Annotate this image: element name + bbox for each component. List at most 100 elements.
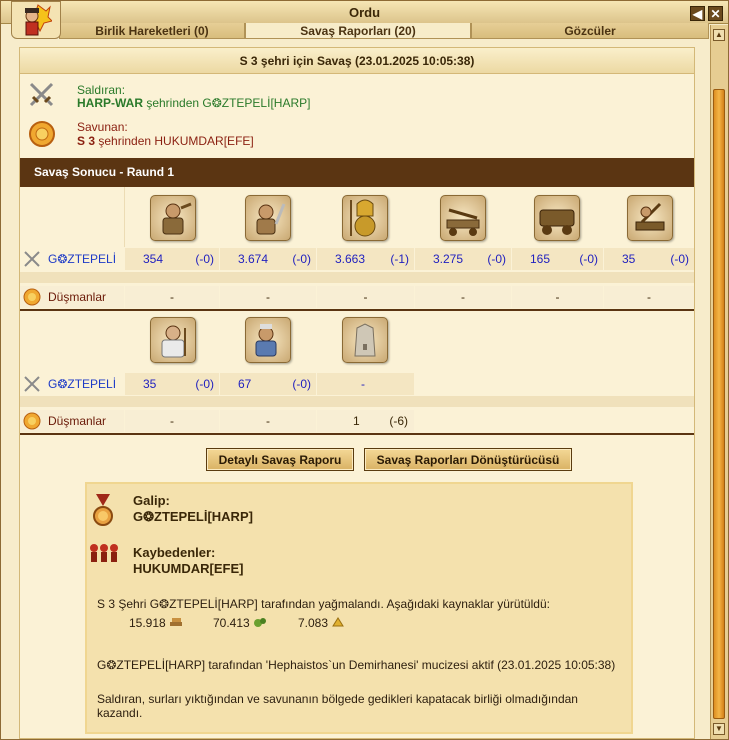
enemy-count: - (604, 286, 694, 308)
tab-unit-movements[interactable]: Birlik Hareketleri (0) (59, 23, 245, 39)
unit-count-cell: - (317, 373, 414, 395)
detailed-report-button[interactable]: Detaylı Savaş Raporu (206, 448, 354, 471)
tab-scouts[interactable]: Gözcüler (471, 23, 709, 39)
unit-loss: (-1) (390, 252, 409, 266)
attacker-player-name[interactable]: G❂ZTEPELİ (48, 377, 116, 391)
unit-count-cell: 35 (-0) (604, 248, 694, 270)
row-separator (20, 272, 694, 283)
conclusion-line-1: Saldıran, surları yıktığından ve savunan… (97, 692, 578, 706)
battle-report: S 3 şehri için Savaş (23.01.2025 10:05:3… (19, 47, 695, 739)
unit-count-cell: 35 (-0) (125, 373, 219, 395)
scrollbar[interactable]: ▲ ▼ (710, 25, 728, 739)
loser-name[interactable]: HUKUMDAR[EFE] (133, 561, 244, 576)
attacker-city-link[interactable]: HARP-WAR (77, 96, 143, 110)
plunder-text: S 3 Şehri G❂ZTEPELİ[HARP] tarafından yağ… (97, 597, 550, 611)
enemy-count: - (317, 286, 414, 308)
gold-icon (332, 617, 345, 627)
cook-unit-icon (245, 317, 291, 363)
shield-icon (29, 121, 55, 147)
title-bar: Ordu ◀ ✕ (1, 1, 728, 24)
back-arrow-icon: ◀ (692, 7, 703, 21)
crossed-swords-icon (24, 251, 40, 267)
enemy-loss: (-6) (389, 414, 408, 428)
miracle-text: G❂ZTEPELİ[HARP] tarafından 'Hephaistos`u… (97, 658, 616, 672)
winner-name[interactable]: G❂ZTEPELİ[HARP] (133, 509, 253, 525)
report-converter-button[interactable]: Savaş Raporları Dönüştürücüsü (364, 448, 572, 471)
defender-player-link[interactable]: HUKUMDAR[EFE] (154, 134, 253, 148)
unit-loss: (-0) (487, 252, 506, 266)
enemy-units-row-1: Düşmanlar - - - - - - (20, 286, 694, 308)
enemy-count: - (220, 410, 316, 432)
unit-count-cell: 67 (-0) (220, 373, 316, 395)
attacker-from-text: şehrinden (143, 96, 203, 110)
unit-count: 3.663 (335, 252, 366, 266)
food-icon (254, 618, 267, 627)
defender-city-link[interactable]: S 3 (77, 134, 95, 148)
conclusion-line-2: kazandı. (97, 706, 143, 720)
unit-loss: (-0) (292, 252, 311, 266)
enemy-count: 1 (353, 414, 360, 428)
wall-icon (342, 317, 388, 363)
enemy-name-cell-2: Düşmanlar (20, 410, 124, 432)
scroll-down-button[interactable]: ▼ (713, 723, 725, 735)
doctor-unit-icon (150, 317, 196, 363)
enemy-count: - (125, 286, 219, 308)
enemy-count: - (125, 410, 219, 432)
unit-count: 165 (530, 252, 551, 266)
ballista-unit-icon (440, 195, 486, 241)
scroll-thumb[interactable] (713, 89, 725, 719)
enemy-count: - (220, 286, 316, 308)
attacker-name-cell-2: G❂ZTEPELİ (20, 373, 124, 395)
battle-summary: Galip: G❂ZTEPELİ[HARP] Kaybedenler: HUKU… (85, 482, 633, 734)
attacker-player-link[interactable]: G❂ZTEPELİ[HARP] (202, 96, 310, 110)
army-window: Ordu ◀ ✕ Birlik Hareketleri (0) Savaş Ra… (0, 0, 729, 740)
defender-from-text: şehrinden (95, 134, 155, 148)
arrow-down-icon: ▼ (715, 724, 723, 733)
slinger-unit-icon (150, 195, 196, 241)
enemy-count: - (415, 286, 511, 308)
tab-battle-reports[interactable]: Savaş Raporları (20) (245, 23, 471, 39)
defender-line: S 3 şehrinden HUKUMDAR[EFE] (77, 134, 254, 148)
close-button[interactable]: ✕ (708, 6, 723, 21)
food-amount: 70.413 (213, 616, 267, 630)
unit-icon-row-2 (20, 311, 694, 371)
enemy-wall-cell: 1 (-6) (317, 410, 414, 432)
unit-loss: (-0) (579, 252, 598, 266)
unit-count-cell: 165 (-0) (512, 248, 603, 270)
enemy-units-row-2: Düşmanlar - - 1 (-6) (20, 410, 694, 432)
unit-count-cell: 3.663 (-1) (317, 248, 414, 270)
medal-icon (93, 494, 113, 526)
unit-loss: (-0) (670, 252, 689, 266)
unit-count-cell: 354 (-0) (125, 248, 219, 270)
unit-count: - (361, 377, 365, 391)
unit-count: 3.275 (433, 252, 464, 266)
unit-count: 35 (622, 252, 636, 266)
tab-bar: Birlik Hareketleri (0) Savaş Raporları (… (59, 23, 709, 39)
wood-amount: 15.918 (129, 616, 183, 630)
unit-icon-row-1 (20, 187, 694, 247)
shield-icon (23, 412, 41, 430)
swordsman-unit-icon (245, 195, 291, 241)
defender-label: Savunan: (77, 120, 128, 134)
enemies-label: Düşmanlar (48, 414, 107, 428)
row-separator (20, 396, 694, 407)
losers-label: Kaybedenler: (133, 545, 216, 560)
unit-count: 354 (143, 252, 164, 266)
section-divider (20, 433, 694, 435)
attacker-units-row-2: G❂ZTEPELİ 35 (-0) 67 (-0) - (20, 373, 694, 395)
crossed-swords-icon (24, 376, 40, 392)
unit-loss: (-0) (195, 377, 214, 391)
ram-unit-icon (534, 195, 580, 241)
hoplite-unit-icon (342, 195, 388, 241)
shield-icon (23, 288, 41, 306)
enemies-label: Düşmanlar (48, 290, 107, 304)
winner-label: Galip: (133, 493, 170, 508)
unit-loss: (-0) (292, 377, 311, 391)
scroll-up-button[interactable]: ▲ (713, 29, 725, 41)
attacker-player-name[interactable]: G❂ZTEPELİ (48, 252, 116, 266)
back-button[interactable]: ◀ (690, 6, 705, 21)
window-title: Ordu (348, 5, 381, 20)
attacker-line: HARP-WAR şehrinden G❂ZTEPELİ[HARP] (77, 96, 310, 110)
game-logo (11, 1, 61, 39)
unit-count: 3.674 (238, 252, 269, 266)
